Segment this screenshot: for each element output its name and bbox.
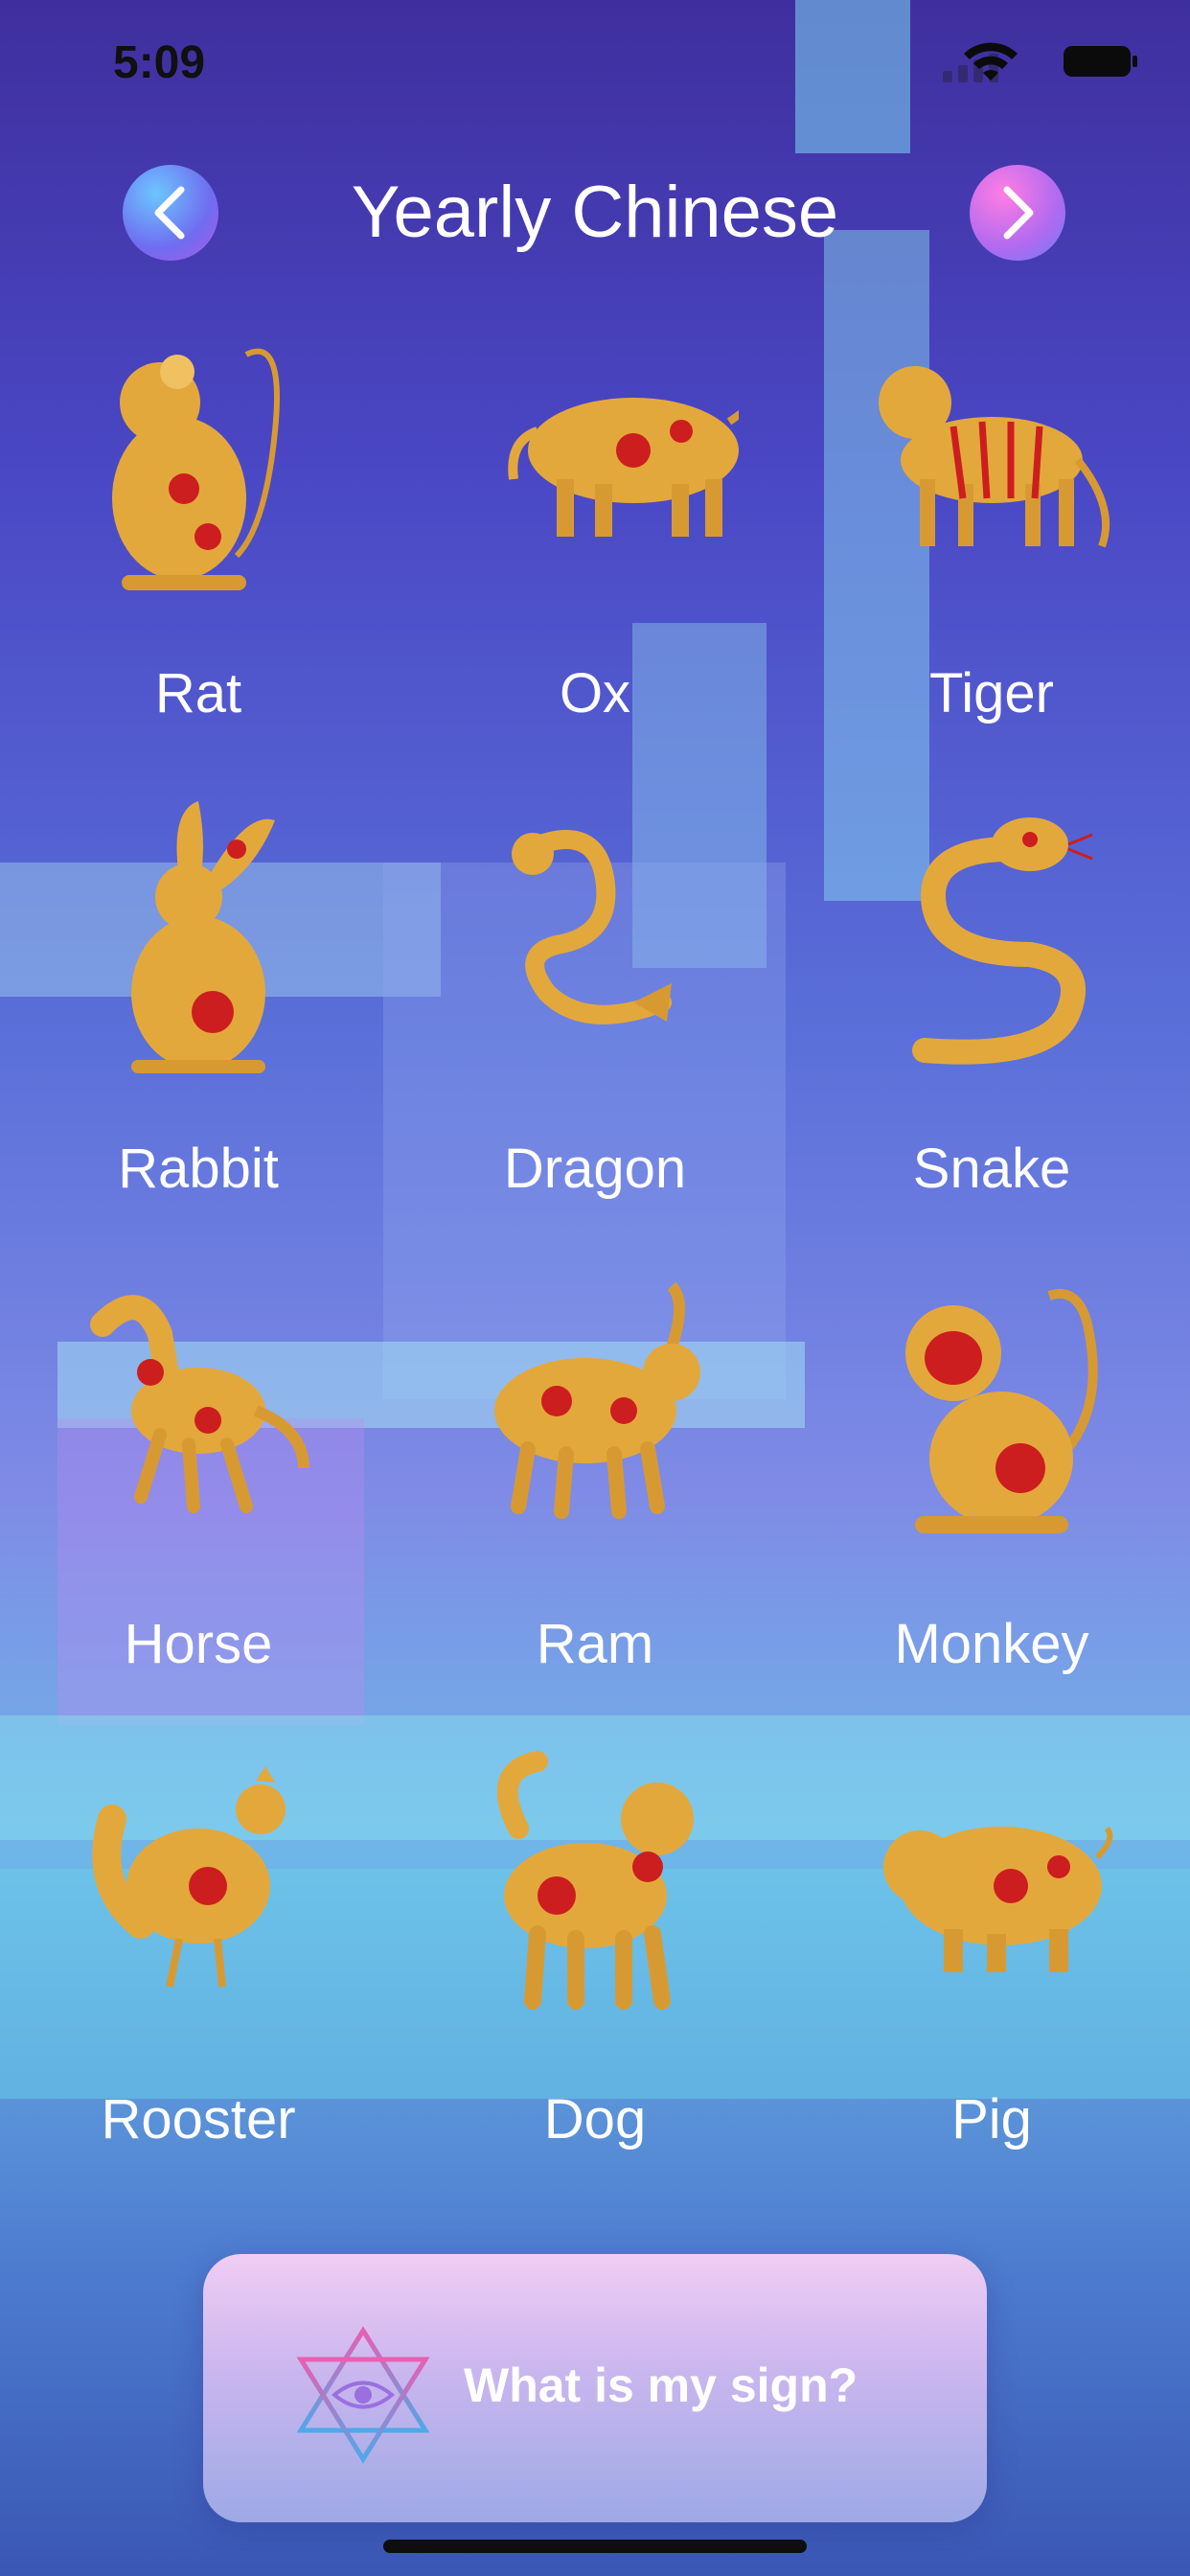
status-time: 5:09 [113,37,206,88]
sign-snake[interactable]: Snake [793,792,1190,1267]
sign-pig[interactable]: Pig [793,1742,1190,2218]
sign-tiger[interactable]: Tiger [793,316,1190,792]
ram-icon [494,1281,700,1519]
chevron-right-icon [1003,186,1034,240]
sign-label: Horse [124,1613,273,1675]
pig-icon [883,1826,1113,1972]
snake-icon [912,817,1093,1065]
sign-ox[interactable]: Ox [397,316,793,792]
sign-label: Ox [559,662,631,724]
sign-label: Rooster [101,2088,296,2150]
what-is-my-sign-button[interactable]: What is my sign? [203,2254,987,2522]
wifi-icon [964,42,1018,80]
battery-icon [1064,46,1137,77]
sign-label: Monkey [894,1613,1089,1675]
tiger-icon [879,366,1110,548]
sign-label: Ram [536,1613,654,1675]
dog-icon [496,1751,694,2010]
sign-label: Snake [912,1138,1071,1200]
status-bar: 5:09 [0,0,1190,125]
star-eye-icon [296,2326,430,2464]
cta-label: What is my sign? [464,2358,858,2412]
sign-monkey[interactable]: Monkey [793,1267,1190,1742]
sign-rooster[interactable]: Rooster [0,1742,397,2218]
home-indicator[interactable] [383,2540,807,2553]
sign-label: Rabbit [118,1138,279,1200]
monkey-icon [905,1289,1098,1533]
ox-icon [508,398,739,537]
sign-horse[interactable]: Horse [0,1267,397,1742]
next-button[interactable] [970,165,1065,261]
sign-rabbit[interactable]: Rabbit [0,792,397,1267]
sign-label: Tiger [929,662,1054,724]
sign-label: Dog [543,2088,647,2150]
sign-ram[interactable]: Ram [397,1267,793,1742]
sign-dog[interactable]: Dog [397,1742,793,2218]
horse-icon [90,1295,309,1513]
rabbit-icon [131,801,275,1073]
sign-rat[interactable]: Rat [0,316,397,792]
sign-label: Dragon [503,1138,687,1200]
sign-label: Rat [154,662,242,724]
rooster-icon [92,1766,286,1988]
dragon-icon [512,830,672,1024]
rat-icon [112,348,280,590]
sign-label: Pig [951,2088,1032,2150]
sign-dragon[interactable]: Dragon [397,792,793,1267]
